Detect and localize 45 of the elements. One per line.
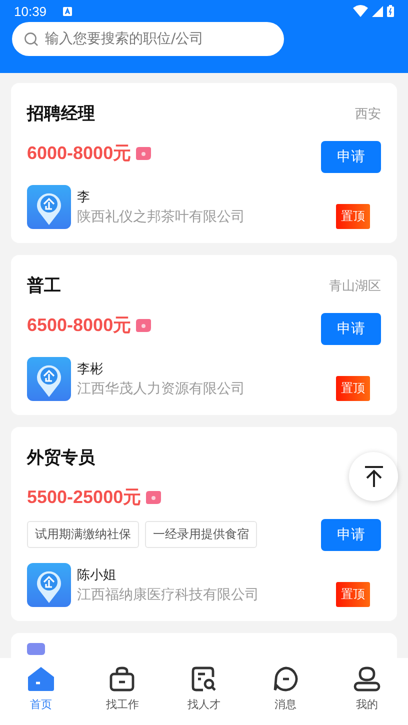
nav-tab[interactable]: 我的 bbox=[326, 658, 408, 725]
wifi-icon bbox=[353, 5, 368, 17]
job-card[interactable]: 外贸专员 5500-25000元 试用期满缴纳社保 一经录用提供食宿 申请 陈小姐 江西福纳康医疗科技有限公司 置顶 bbox=[11, 427, 397, 621]
nav-tab[interactable]: 首页 bbox=[0, 658, 82, 725]
job-title: 外贸专员 bbox=[27, 447, 95, 469]
job-location: 青山湖区 bbox=[329, 278, 381, 294]
contact-name: 李 bbox=[77, 189, 91, 206]
urgent-icon bbox=[136, 318, 152, 332]
nav-tab[interactable]: 找工作 bbox=[82, 658, 164, 725]
urgent-icon bbox=[136, 146, 152, 160]
company-name: 江西福纳康医疗科技有限公司 bbox=[77, 586, 260, 604]
home-icon bbox=[26, 666, 55, 692]
status-time: 10:39 bbox=[14, 4, 47, 18]
job-card[interactable]: 招聘经理 西安 6000-8000元 申请 李 陕西礼仪之邦茶叶有限公司 置顶 bbox=[11, 83, 397, 243]
job-location: 西安 bbox=[355, 106, 381, 122]
briefcase-icon bbox=[109, 666, 136, 692]
pinned-badge: 置顶 bbox=[336, 376, 370, 401]
benefit-tag: 试用期满缴纳社保 bbox=[27, 521, 139, 548]
chat-bubble-icon bbox=[272, 666, 299, 692]
job-title: 普工 bbox=[27, 275, 61, 297]
person-icon bbox=[353, 666, 382, 692]
company-name: 江西华茂人力资源有限公司 bbox=[77, 380, 246, 398]
signal-icon bbox=[372, 6, 383, 16]
salary: 6000-8000元 bbox=[27, 142, 132, 165]
salary: 5500-25000元 bbox=[27, 486, 142, 509]
contact-name: 李彬 bbox=[77, 361, 104, 378]
apply-button[interactable]: 申请 bbox=[321, 141, 381, 173]
contact-name: 陈小姐 bbox=[77, 567, 117, 584]
nav-tab[interactable]: 消息 bbox=[244, 658, 326, 725]
arrow-up-icon bbox=[364, 466, 384, 488]
search-field[interactable]: 输入您要搜索的职位/公司 bbox=[12, 22, 284, 56]
apply-button[interactable]: 申请 bbox=[321, 313, 381, 345]
company-name: 陕西礼仪之邦茶叶有限公司 bbox=[77, 208, 246, 226]
salary: 6500-8000元 bbox=[27, 314, 132, 337]
battery-icon bbox=[387, 5, 394, 17]
document-search-icon bbox=[190, 666, 217, 692]
apply-button[interactable]: 申请 bbox=[321, 519, 381, 551]
nav-tab[interactable]: 找人才 bbox=[163, 658, 245, 725]
job-title: 招聘经理 bbox=[27, 103, 95, 125]
notification-icon bbox=[62, 6, 72, 16]
urgent-icon bbox=[146, 490, 162, 504]
pinned-badge: 置顶 bbox=[336, 582, 370, 607]
job-card[interactable]: 普工 青山湖区 6500-8000元 申请 李彬 江西华茂人力资源有限公司 置顶 bbox=[11, 255, 397, 415]
benefit-tag: 一经录用提供食宿 bbox=[145, 521, 257, 548]
pinned-badge: 置顶 bbox=[336, 204, 370, 229]
